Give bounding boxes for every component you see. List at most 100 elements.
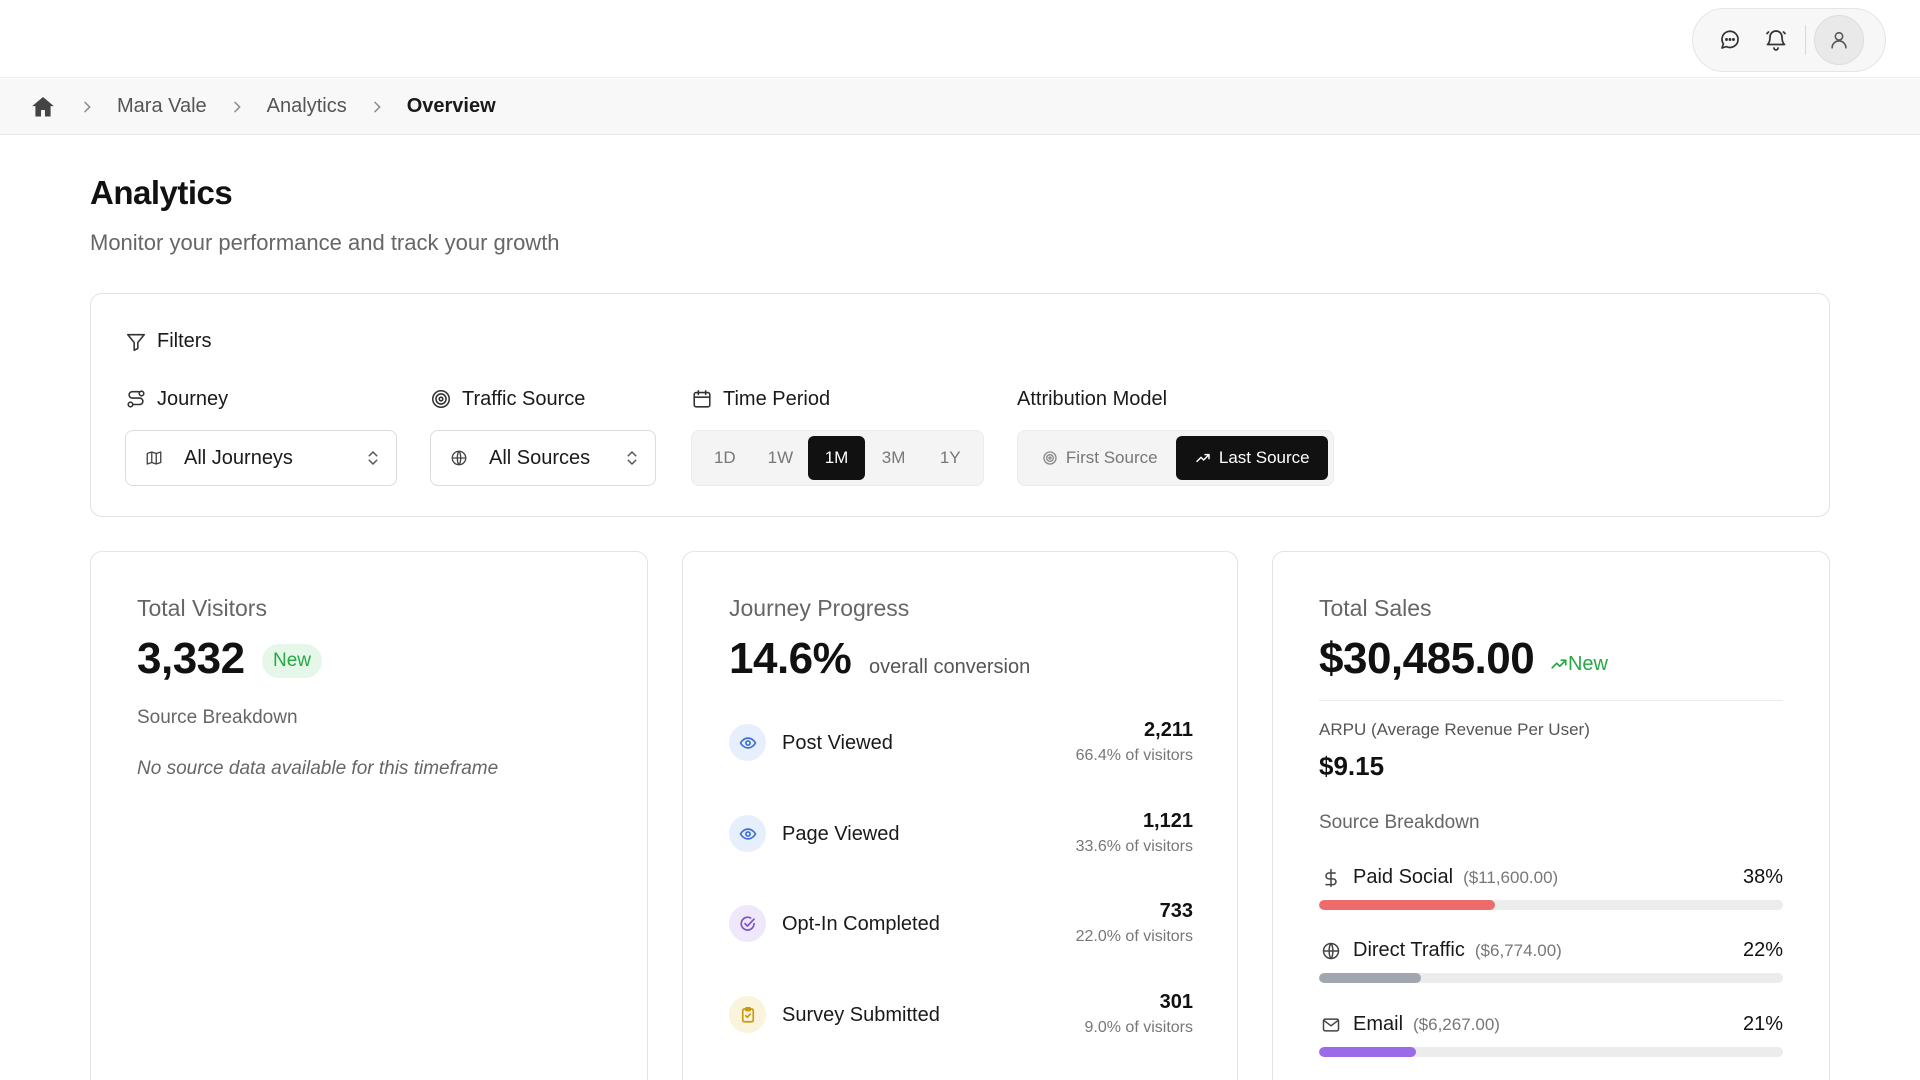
journey-step-row[interactable]: Page Viewed 1,121 33.6% of visitors [729,806,1193,866]
sales-source-breakdown-label: Source Breakdown [1319,812,1480,833]
time-period-3m[interactable]: 3M [865,436,923,480]
arpu-value: $9.15 [1319,751,1385,781]
trending-up-icon [1551,659,1567,669]
traffic-source-filter: Traffic Source All Sources [430,386,656,486]
journey-filter-label: Journey [125,386,397,412]
attribution-model-filter-label: Attribution Model [1017,386,1337,412]
traffic-source-select[interactable]: All Sources [430,430,656,486]
time-period-filter: Time Period 1D 1W 1M 3M 1Y [691,386,984,486]
chevron-right-icon [233,101,241,112]
notifications-button[interactable] [1753,17,1799,63]
journey-step-pct: 22.0% of visitors [1075,928,1193,945]
total-visitors-value: 3,332 [137,634,245,683]
chevron-up-down-icon [368,450,378,466]
visitors-source-breakdown-label: Source Breakdown [137,707,298,728]
breadcrumb-separator [207,99,267,115]
page-title: Analytics [90,174,233,211]
avatar[interactable] [1814,15,1864,65]
time-period-segmented-control: 1D 1W 1M 3M 1Y [691,430,984,486]
sales-source-bar-fill [1319,900,1496,910]
attribution-model-label-text: Attribution Model [1017,387,1168,410]
journey-step-count: 301 [1159,991,1193,1013]
attribution-segmented-control: First Source Last Source [1017,430,1334,486]
sales-source-pct: 22% [1742,939,1783,961]
journey-step-count: 1,121 [1142,810,1193,832]
dollar-icon [1319,866,1343,890]
journey-select[interactable]: All Journeys [125,430,397,486]
filter-icon [126,333,146,351]
breadcrumb-separator [57,99,117,115]
time-period-1y[interactable]: 1Y [922,436,978,480]
breadcrumb: Mara Vale Analytics Overview [0,79,1920,135]
journey-progress-card: Journey Progress 14.6% overall conversio… [682,551,1238,1080]
arpu-label: ARPU (Average Revenue Per User) [1319,720,1590,739]
journey-conversion-suffix: overall conversion [869,656,1031,678]
total-visitors-title: Total Visitors [137,595,267,621]
bell-icon [1766,30,1786,51]
breadcrumb-item-workspace[interactable]: Mara Vale [117,95,207,118]
home-button[interactable] [29,93,57,121]
sales-new-badge: New [1550,653,1608,676]
journey-progress-title: Journey Progress [729,595,910,621]
page-subtitle: Monitor your performance and track your … [90,230,560,255]
filters-card: Filters Journey All Journeys Traffic Sou… [90,293,1830,517]
calendar-icon [693,389,711,408]
eye-icon [729,724,766,761]
sales-source-bar-fill [1319,973,1422,983]
journey-step-label: Survey Submitted [782,1004,940,1026]
attribution-last-source-button[interactable]: Last Source [1176,436,1328,480]
sales-divider [1319,700,1783,701]
total-sales-value: $30,485.00 New [1319,634,1608,684]
sales-source-name-text: Direct Traffic [1353,939,1465,961]
journey-step-row[interactable]: Survey Submitted 301 9.0% of visitors [729,987,1193,1047]
globe-icon [447,446,471,470]
traffic-source-filter-label: Traffic Source [430,386,656,412]
sales-source-bar-fill [1319,1047,1417,1057]
eye-icon [729,815,766,852]
sales-source-amount: ($6,774.00) [1474,941,1562,960]
journey-step-row[interactable]: Opt-In Completed 733 22.0% of visitors [729,896,1193,956]
visitors-empty-note: No source data available for this timefr… [137,758,499,779]
sales-source-amount: ($11,600.00) [1463,868,1559,887]
messages-button[interactable] [1707,17,1753,63]
sales-source-bar-track [1319,900,1783,910]
globe-icon [1319,939,1343,963]
sales-source-row[interactable]: Email ($6,267.00) 21% [1319,1009,1783,1069]
total-sales-number: $30,485.00 [1319,634,1535,683]
sales-source-name: Paid Social ($11,600.00) [1353,866,1558,889]
time-period-1m[interactable]: 1M [808,436,865,480]
target-icon [1042,450,1058,466]
journey-step-pct: 66.4% of visitors [1075,747,1193,764]
sales-source-amount: ($6,267.00) [1413,1015,1500,1034]
top-actions [1692,8,1886,72]
chevron-up-down-icon [627,450,637,466]
attribution-model-filter: Attribution Model First Source Last Sour… [1017,386,1337,486]
time-period-label-text: Time Period [723,387,831,410]
breadcrumb-separator [347,99,407,115]
mail-icon [1319,1013,1343,1037]
journey-step-row[interactable]: Post Viewed 2,211 66.4% of visitors [729,715,1193,775]
attribution-first-source-button[interactable]: First Source [1023,436,1176,480]
journey-step-pct: 9.0% of visitors [1084,1019,1193,1036]
sales-source-name: Email ($6,267.00) [1353,1013,1500,1036]
filters-heading: Filters [125,330,211,353]
journey-conversion-number: 14.6% [729,634,852,683]
map-icon [142,446,166,470]
check-circle-icon [729,905,766,942]
top-actions-divider [1805,25,1806,55]
breadcrumb-item-analytics[interactable]: Analytics [267,95,347,118]
time-period-1d[interactable]: 1D [697,436,753,480]
chevron-right-icon [84,101,91,112]
journey-step-count: 733 [1159,900,1193,922]
journey-step-label: Opt-In Completed [782,913,940,935]
home-icon [32,96,54,117]
sales-new-badge-label: New [1567,652,1608,675]
top-bar [0,0,1920,78]
sales-source-row[interactable]: Paid Social ($11,600.00) 38% [1319,862,1783,922]
sales-source-row[interactable]: Direct Traffic ($6,774.00) 22% [1319,935,1783,995]
journey-step-label: Page Viewed [782,823,900,845]
attribution-last-source-label: Last Source [1218,448,1310,467]
time-period-1w[interactable]: 1W [753,436,809,480]
sales-source-name: Direct Traffic ($6,774.00) [1353,939,1562,962]
sales-source-bar-track [1319,973,1783,983]
